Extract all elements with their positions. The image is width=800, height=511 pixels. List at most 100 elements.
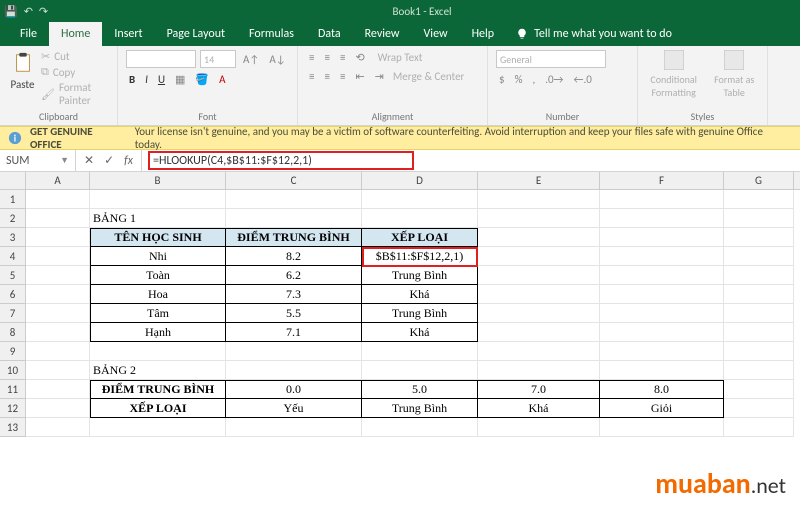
cell[interactable]: TÊN HỌC SINH <box>90 228 226 247</box>
row-header[interactable]: 11 <box>0 380 26 399</box>
row-header[interactable]: 3 <box>0 228 26 247</box>
cell[interactable]: 7.0 <box>478 380 600 399</box>
cell[interactable]: Trung Bình <box>362 399 478 418</box>
fill-color-button[interactable]: 🪣 <box>192 72 212 87</box>
tell-me[interactable]: Tell me what you want to do <box>506 22 682 46</box>
underline-button[interactable]: U <box>155 72 168 87</box>
cell-active[interactable]: $B$11:$F$12,2,1) <box>362 247 478 266</box>
font-color-button[interactable]: A <box>216 72 228 87</box>
tab-formulas[interactable]: Formulas <box>237 22 306 46</box>
indent-dec-icon[interactable]: ⇤ <box>352 69 367 84</box>
cell[interactable]: BẢNG 1 <box>90 209 226 228</box>
cell[interactable]: XẾP LOẠI <box>362 228 478 247</box>
orientation-icon[interactable]: ⟲ <box>352 50 367 65</box>
tab-help[interactable]: Help <box>460 22 507 46</box>
col-header[interactable]: A <box>26 172 90 189</box>
row-header[interactable]: 10 <box>0 361 26 380</box>
formula-input[interactable]: =HLOOKUP(C4,$B$11:$F$12,2,1) <box>142 150 800 171</box>
inc-decimal-icon[interactable]: .0→ <box>542 72 566 87</box>
merge-center-button[interactable]: Merge & Center <box>393 70 465 83</box>
currency-icon[interactable]: $ <box>496 72 508 87</box>
tab-file[interactable]: File <box>8 22 49 46</box>
cell[interactable]: BẢNG 2 <box>90 361 226 380</box>
wrap-text-button[interactable]: Wrap Text <box>378 51 423 64</box>
cell[interactable]: Trung Bình <box>362 304 478 323</box>
cell[interactable]: Hoa <box>90 285 226 304</box>
number-format-select[interactable]: General <box>496 50 606 68</box>
cell[interactable]: Tâm <box>90 304 226 323</box>
col-header[interactable]: C <box>226 172 362 189</box>
paste-button[interactable]: Paste <box>8 50 37 107</box>
cell[interactable]: Hạnh <box>90 323 226 342</box>
col-header[interactable]: E <box>478 172 600 189</box>
fx-icon[interactable]: fx <box>124 154 133 168</box>
row-header[interactable]: 4 <box>0 247 26 266</box>
cell[interactable]: 5.0 <box>362 380 478 399</box>
shrink-font-icon[interactable]: A↓ <box>266 52 288 67</box>
tab-page-layout[interactable]: Page Layout <box>155 22 237 46</box>
copy-button[interactable]: ⧉Copy <box>41 65 109 79</box>
row-header[interactable]: 8 <box>0 323 26 342</box>
row-header[interactable]: 13 <box>0 418 26 437</box>
cell[interactable]: Khá <box>362 285 478 304</box>
col-header[interactable]: G <box>724 172 794 189</box>
font-name-select[interactable] <box>126 50 196 68</box>
indent-inc-icon[interactable]: ⇥ <box>372 69 387 84</box>
select-all-corner[interactable] <box>0 172 26 189</box>
enter-icon[interactable]: ✓ <box>104 153 114 168</box>
cell[interactable]: 5.5 <box>226 304 362 323</box>
cell[interactable]: Nhi <box>90 247 226 266</box>
cell[interactable]: 7.3 <box>226 285 362 304</box>
grow-font-icon[interactable]: A↑ <box>240 52 262 67</box>
align-right-icon[interactable]: ≡ <box>337 69 348 84</box>
cell[interactable]: Trung Bình <box>362 266 478 285</box>
cell[interactable]: ĐIỂM TRUNG BÌNH <box>90 380 226 399</box>
cell[interactable]: XẾP LOẠI <box>90 399 226 418</box>
row-header[interactable]: 9 <box>0 342 26 361</box>
conditional-formatting-button[interactable]: Conditional Formatting <box>646 50 701 99</box>
cell[interactable]: Yếu <box>226 399 362 418</box>
row-header[interactable]: 6 <box>0 285 26 304</box>
align-center-icon[interactable]: ≡ <box>321 69 332 84</box>
row-header[interactable]: 7 <box>0 304 26 323</box>
cell[interactable]: 8.0 <box>600 380 724 399</box>
col-header[interactable]: D <box>362 172 478 189</box>
cell[interactable]: Khá <box>478 399 600 418</box>
name-box[interactable]: SUM▼ <box>0 150 76 171</box>
dec-decimal-icon[interactable]: ←.0 <box>571 72 595 87</box>
bold-button[interactable]: B <box>126 72 138 87</box>
comma-icon[interactable]: , <box>529 72 538 87</box>
col-header[interactable]: F <box>600 172 724 189</box>
save-icon[interactable]: 💾 <box>4 5 18 18</box>
cancel-icon[interactable]: ✕ <box>84 153 94 168</box>
align-top-icon[interactable]: ≡ <box>306 50 317 65</box>
row-header[interactable]: 1 <box>0 190 26 209</box>
cell[interactable]: ĐIỂM TRUNG BÌNH <box>226 228 362 247</box>
cell[interactable]: Toàn <box>90 266 226 285</box>
align-middle-icon[interactable]: ≡ <box>321 50 332 65</box>
align-bottom-icon[interactable]: ≡ <box>337 50 348 65</box>
row-header[interactable]: 2 <box>0 209 26 228</box>
font-size-select[interactable]: 14 <box>200 50 236 68</box>
tab-view[interactable]: View <box>412 22 460 46</box>
cell-grid[interactable]: BẢNG 1 TÊN HỌC SINHĐIỂM TRUNG BÌNHXẾP LO… <box>26 190 794 437</box>
row-header[interactable]: 5 <box>0 266 26 285</box>
cut-button[interactable]: ✂Cut <box>41 50 109 63</box>
cell[interactable]: 6.2 <box>226 266 362 285</box>
tab-home[interactable]: Home <box>49 22 102 46</box>
format-as-table-button[interactable]: Format as Table <box>709 50 759 99</box>
align-left-icon[interactable]: ≡ <box>306 69 317 84</box>
cell[interactable]: 0.0 <box>226 380 362 399</box>
col-header[interactable]: B <box>90 172 226 189</box>
tab-data[interactable]: Data <box>306 22 353 46</box>
italic-button[interactable]: I <box>142 72 151 87</box>
tab-review[interactable]: Review <box>353 22 412 46</box>
percent-icon[interactable]: % <box>512 72 526 87</box>
row-header[interactable]: 12 <box>0 399 26 418</box>
cell[interactable]: Khá <box>362 323 478 342</box>
tab-insert[interactable]: Insert <box>102 22 154 46</box>
cell[interactable]: 8.2 <box>226 247 362 266</box>
cell[interactable]: Giỏi <box>600 399 724 418</box>
cell[interactable]: 7.1 <box>226 323 362 342</box>
redo-icon[interactable]: ↷ <box>39 5 48 18</box>
